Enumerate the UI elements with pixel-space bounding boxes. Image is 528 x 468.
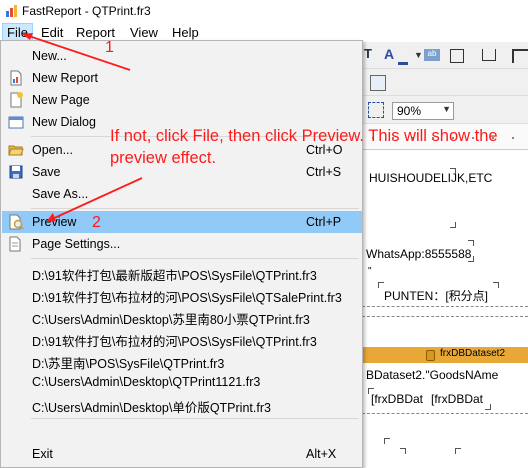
annotation-note: If not, click File, then click Preview. … [110,127,498,167]
arrowhead-icon [22,33,33,40]
arrow-to-file-menu [25,34,131,71]
annotation-step-1: 1 [105,39,114,56]
arrowhead-icon [46,213,56,222]
annotation-step-2: 2 [92,214,101,231]
annotation-arrows [22,33,143,222]
